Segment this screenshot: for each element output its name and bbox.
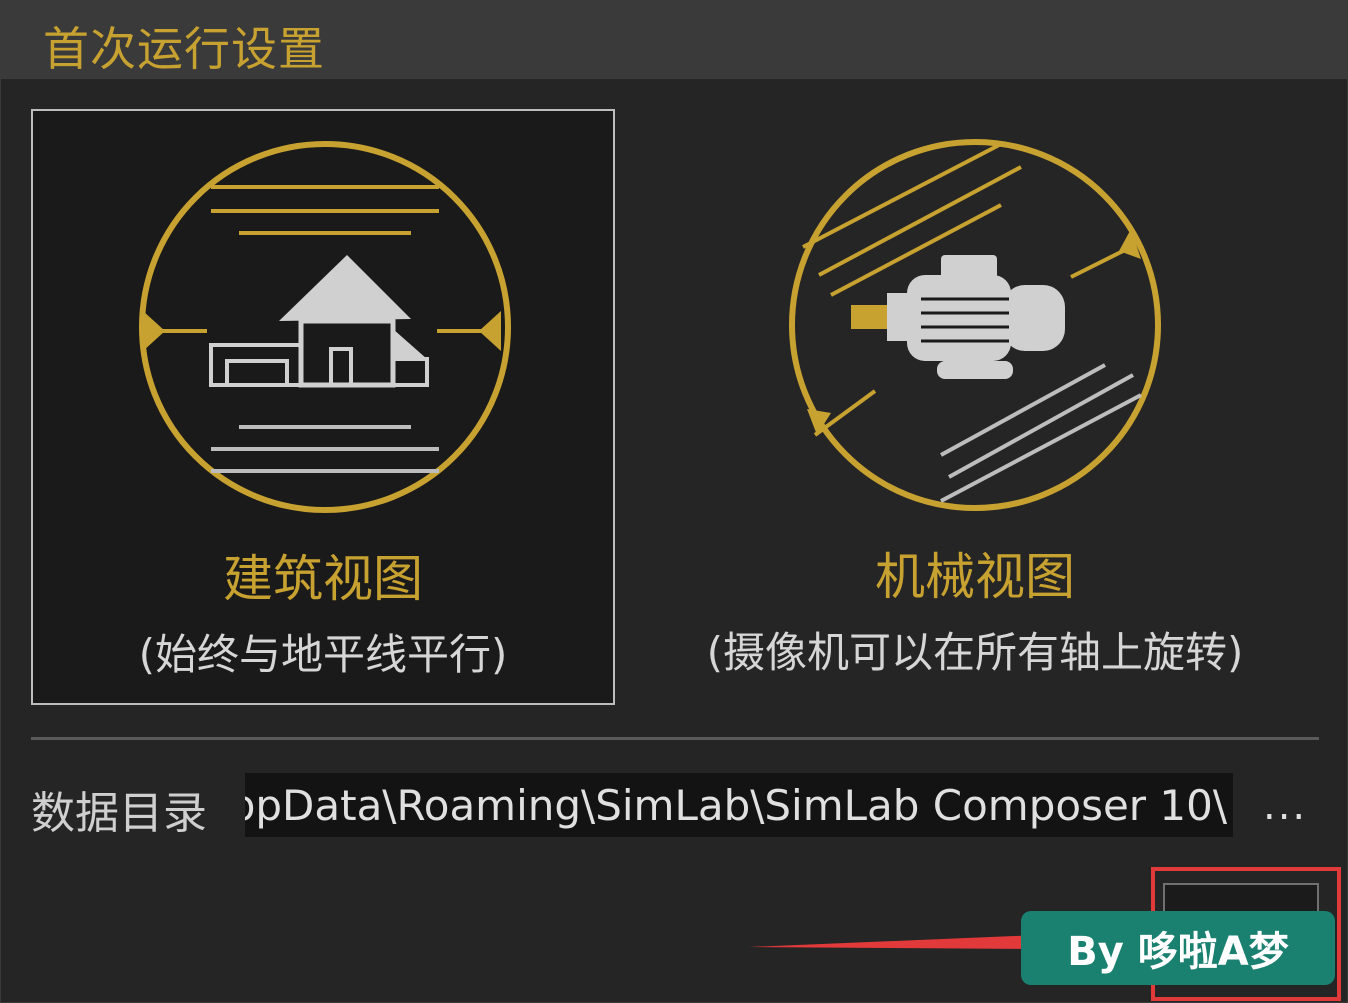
architecture-view-option[interactable]: 建筑视图 (始终与地平线平行) (31, 109, 615, 705)
data-directory-field[interactable]: AppData\Roaming\SimLab\SimLab Composer 1… (245, 773, 1233, 837)
titlebar: 首次运行设置 (1, 1, 1347, 79)
mechanical-view-title: 机械视图 (875, 548, 1075, 606)
pointer-arrow-icon (749, 935, 1039, 949)
data-directory-path: AppData\Roaming\SimLab\SimLab Composer 1… (245, 781, 1227, 830)
mechanical-view-subtitle: (摄像机可以在所有轴上旋转) (706, 628, 1244, 677)
watermark-badge: By 哆啦A梦 (1021, 911, 1335, 985)
mechanical-view-option[interactable]: 机械视图 (摄像机可以在所有轴上旋转) (683, 109, 1267, 705)
first-run-settings-window: 首次运行设置 建筑视图 (始终与地平线平行) 机械视图 (摄像机可以在所有轴上旋… (0, 0, 1348, 1003)
mechanical-motor-icon (789, 139, 1161, 511)
divider (31, 737, 1319, 740)
architecture-house-icon (139, 141, 511, 513)
architecture-view-title: 建筑视图 (223, 550, 423, 608)
architecture-view-subtitle: (始终与地平线平行) (138, 630, 508, 679)
data-directory-label: 数据目录 (31, 788, 207, 839)
window-title: 首次运行设置 (43, 22, 325, 76)
browse-button[interactable]: ... (1263, 783, 1307, 829)
